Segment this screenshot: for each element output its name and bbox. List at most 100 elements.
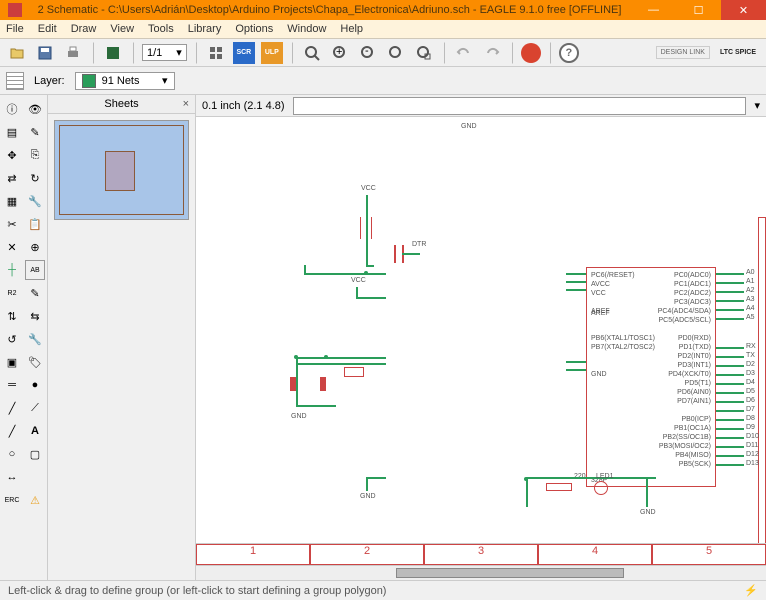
circle-tool[interactable]: ○ xyxy=(2,444,22,464)
board-button[interactable] xyxy=(102,42,124,64)
wire xyxy=(716,309,744,311)
zoom-out-button[interactable]: - xyxy=(357,42,379,64)
cut-tool[interactable]: ✂ xyxy=(2,214,22,234)
sheets-icon[interactable] xyxy=(205,42,227,64)
name-tool[interactable]: AB xyxy=(25,260,45,280)
pin-right: PD6(AIN0) xyxy=(677,389,711,396)
vcc-label2: VCC xyxy=(351,277,366,284)
stop-button[interactable] xyxy=(521,43,541,63)
mirror-tool[interactable]: ⇄ xyxy=(2,168,22,188)
menu-tools[interactable]: Tools xyxy=(148,23,174,35)
bus-tool[interactable]: ═ xyxy=(2,375,22,395)
grid-button[interactable] xyxy=(6,72,24,90)
show-tool[interactable]: 👁 xyxy=(25,99,45,119)
change-tool[interactable]: 🔧 xyxy=(25,191,45,211)
scrollbar-h[interactable] xyxy=(196,565,766,580)
split-tool[interactable]: ╱ xyxy=(2,398,22,418)
net-label: D5 xyxy=(746,388,755,395)
pin-right: PD5(T1) xyxy=(685,380,711,387)
separator xyxy=(443,42,445,64)
main-area: ⓘ👁 ▤✎ ✥⎘ ⇄↻ ▦🔧 ✂📋 ✕⊕ ┼AB R2✎ ⇅⇆ ↺🔧 ▣🏷 ═●… xyxy=(0,95,766,580)
print-button[interactable] xyxy=(62,42,84,64)
led-icon xyxy=(594,481,608,495)
rect-tool[interactable]: ▢ xyxy=(25,444,45,464)
pin-right: PD3(INT1) xyxy=(678,362,711,369)
group-tool[interactable]: ▦ xyxy=(2,191,22,211)
menu-view[interactable]: View xyxy=(110,23,134,35)
errors-tool[interactable]: ⚠ xyxy=(25,490,45,510)
smash-tool[interactable]: ✎ xyxy=(25,283,45,303)
window-title: 2 Schematic - C:\Users\Adrián\Desktop\Ar… xyxy=(28,4,631,16)
copy-tool[interactable]: ⎘ xyxy=(25,145,45,165)
zoom-select-button[interactable] xyxy=(413,42,435,64)
wire xyxy=(402,253,420,255)
erc-tool[interactable]: ERC xyxy=(2,490,22,510)
wire-tool[interactable]: ╱ xyxy=(2,421,22,441)
pin-right: PC0(ADC0) xyxy=(674,272,711,279)
gateswap-tool[interactable]: ⇆ xyxy=(25,306,45,326)
delete-tool[interactable]: ✕ xyxy=(2,237,22,257)
wire xyxy=(526,477,656,479)
net-label: A2 xyxy=(746,287,755,294)
wrench-tool[interactable]: 🔧 xyxy=(25,329,45,349)
menu-options[interactable]: Options xyxy=(235,23,273,35)
separator xyxy=(92,42,94,64)
layer-tool[interactable]: ▤ xyxy=(2,122,22,142)
info-tool[interactable]: ⓘ xyxy=(2,99,22,119)
net-tool[interactable]: ┼ xyxy=(2,260,22,280)
wire xyxy=(716,428,744,430)
label-tool[interactable]: 🏷 xyxy=(25,352,45,372)
minimize-button[interactable]: — xyxy=(631,0,676,20)
redo-button[interactable] xyxy=(481,42,503,64)
zoom-fit-button[interactable] xyxy=(301,42,323,64)
open-button[interactable] xyxy=(6,42,28,64)
wire xyxy=(716,282,744,284)
value-tool[interactable]: R2 xyxy=(2,283,22,303)
invoke-tool[interactable]: ▣ xyxy=(2,352,22,372)
move-tool[interactable]: ✥ xyxy=(2,145,22,165)
menu-draw[interactable]: Draw xyxy=(71,23,97,35)
toolbar: 1/1▾ SCR ULP + - ? DESIGN LINK LTC SPICE xyxy=(0,39,766,67)
close-button[interactable]: ✕ xyxy=(721,0,766,20)
sheets-close-icon[interactable]: × xyxy=(183,98,189,110)
menu-window[interactable]: Window xyxy=(287,23,326,35)
command-input[interactable] xyxy=(293,97,747,115)
zoom-redraw-button[interactable] xyxy=(385,42,407,64)
dimension-tool[interactable]: ↔ xyxy=(2,467,22,487)
scrollbar-v[interactable] xyxy=(758,217,766,543)
wire xyxy=(356,287,358,297)
scr-button[interactable]: SCR xyxy=(233,42,255,64)
ulp-button[interactable]: ULP xyxy=(261,42,283,64)
design-link-button[interactable]: DESIGN LINK xyxy=(656,46,710,59)
menu-library[interactable]: Library xyxy=(188,23,222,35)
command-dropdown-icon[interactable]: ▾ xyxy=(754,99,760,112)
paste-tool[interactable]: 📋 xyxy=(25,214,45,234)
menu-help[interactable]: Help xyxy=(340,23,363,35)
maximize-button[interactable]: ☐ xyxy=(676,0,721,20)
text-tool[interactable]: A xyxy=(25,421,45,441)
undo-button[interactable] xyxy=(453,42,475,64)
wire xyxy=(296,357,386,359)
ltspice-button[interactable]: LTC SPICE xyxy=(716,47,760,58)
pinswap-tool[interactable]: ⇅ xyxy=(2,306,22,326)
replace-tool[interactable]: ↺ xyxy=(2,329,22,349)
sheet-thumbnail[interactable] xyxy=(54,120,189,220)
scrollbar-thumb[interactable] xyxy=(396,568,624,578)
zoom-combo[interactable]: 1/1▾ xyxy=(142,44,187,61)
junction-tool[interactable]: ● xyxy=(25,375,45,395)
svg-text:+: + xyxy=(336,46,342,58)
menu-edit[interactable]: Edit xyxy=(38,23,57,35)
help-button[interactable]: ? xyxy=(559,43,579,63)
menu-file[interactable]: File xyxy=(6,23,24,35)
layer-select[interactable]: 91 Nets ▾ xyxy=(75,72,175,90)
add-tool[interactable]: ⊕ xyxy=(25,237,45,257)
pin-right: PD1(TXD) xyxy=(679,344,711,351)
schematic-canvas[interactable]: GND VCC DTR 328P AREF PC6(/RESET)AVCCVCC… xyxy=(196,117,766,543)
mark-tool[interactable]: ✎ xyxy=(25,122,45,142)
save-button[interactable] xyxy=(34,42,56,64)
net-label: D6 xyxy=(746,397,755,404)
rotate-tool[interactable]: ↻ xyxy=(25,168,45,188)
zoom-in-button[interactable]: + xyxy=(329,42,351,64)
wire xyxy=(716,300,744,302)
miter-tool[interactable]: ⟋ xyxy=(25,398,45,418)
